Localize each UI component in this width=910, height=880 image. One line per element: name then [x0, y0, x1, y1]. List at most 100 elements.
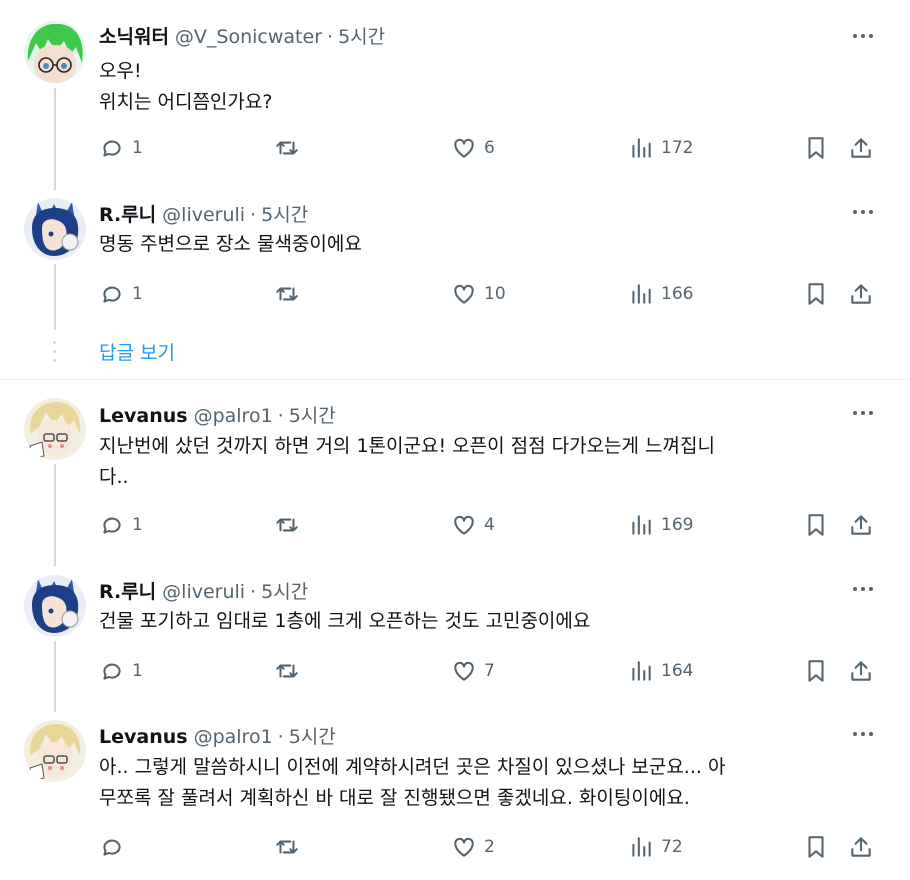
tweet[interactable]: Levanus @palro1 · 5시간 아.. 그렇게 말씀하시니 이전에 … [0, 712, 910, 880]
bookmark-button[interactable] [803, 657, 829, 685]
views-button[interactable]: 164 [628, 657, 693, 685]
share-button[interactable] [848, 511, 874, 539]
avatar[interactable] [24, 398, 86, 460]
heart-icon [454, 138, 474, 158]
reply-count: 1 [132, 284, 143, 304]
user-handle[interactable]: @liveruli [162, 581, 245, 603]
more-icon[interactable] [850, 202, 876, 222]
like-button[interactable]: 10 [451, 280, 506, 308]
display-name[interactable]: Levanus [99, 726, 188, 748]
display-name[interactable]: R.루니 [99, 200, 156, 227]
share-icon [851, 284, 871, 304]
user-handle[interactable]: @palro1 [194, 405, 273, 427]
tweet-header: 소닉워터 @V_Sonicwater · 5시간 [99, 22, 385, 49]
tweet-actions: 1 4 169 [99, 511, 879, 539]
like-count: 7 [484, 661, 495, 681]
thread-line [54, 88, 56, 190]
display-name[interactable]: 소닉워터 [99, 22, 169, 49]
tweet[interactable]: 소닉워터 @V_Sonicwater · 5시간 오우! 위치는 어디쯤인가요?… [0, 0, 910, 190]
avatar[interactable] [24, 575, 86, 637]
more-icon[interactable] [850, 403, 876, 423]
views-count: 72 [661, 837, 683, 857]
retweet-button[interactable] [274, 280, 307, 308]
views-button[interactable]: 166 [628, 280, 693, 308]
like-button[interactable]: 7 [451, 657, 495, 685]
display-name[interactable]: R.루니 [99, 577, 156, 604]
tweet-actions: 1 10 166 [99, 280, 879, 308]
retweet-button[interactable] [274, 511, 307, 539]
avatar[interactable] [24, 720, 86, 782]
thread-line [54, 264, 56, 330]
retweet-button[interactable] [274, 833, 307, 861]
tweet-header: R.루니 @liveruli · 5시간 [99, 577, 308, 604]
display-name[interactable]: Levanus [99, 405, 188, 427]
bookmark-icon [808, 137, 824, 159]
retweet-icon [276, 141, 298, 155]
heart-icon [454, 284, 474, 304]
tweet-header: Levanus @palro1 · 5시간 [99, 401, 336, 428]
views-count: 169 [661, 515, 694, 535]
reply-button[interactable]: 1 [99, 134, 143, 162]
retweet-button[interactable] [274, 134, 307, 162]
share-icon [851, 661, 871, 681]
like-button[interactable]: 2 [451, 833, 495, 861]
separator-dot: · [327, 26, 334, 48]
tweet-text: 아.. 그렇게 말씀하시니 이전에 계약하시려던 곳은 차질이 있으셨나 보군요… [99, 756, 726, 809]
views-icon [632, 284, 651, 304]
separator-dot: · [277, 726, 284, 748]
share-button[interactable] [848, 657, 874, 685]
tweet[interactable]: R.루니 @liveruli · 5시간 명동 주변으로 장소 물색중이에요 1… [0, 190, 910, 330]
views-count: 166 [661, 284, 694, 304]
timestamp[interactable]: 5시간 [261, 200, 308, 227]
reply-button[interactable]: 1 [99, 657, 143, 685]
like-button[interactable]: 4 [451, 511, 495, 539]
like-button[interactable]: 6 [451, 134, 495, 162]
views-count: 172 [661, 138, 694, 158]
bookmark-button[interactable] [803, 280, 829, 308]
retweet-icon [276, 287, 298, 301]
views-button[interactable]: 72 [628, 833, 683, 861]
reply-icon [103, 839, 121, 856]
tweet[interactable]: Levanus @palro1 · 5시간 지난번에 샀던 것까지 하면 거의 … [0, 380, 910, 566]
timestamp[interactable]: 5시간 [261, 577, 308, 604]
timestamp[interactable]: 5시간 [338, 22, 385, 49]
share-button[interactable] [848, 134, 874, 162]
share-button[interactable] [848, 280, 874, 308]
reply-count: 1 [132, 515, 143, 535]
thread-continuation-dots [53, 341, 57, 368]
views-count: 164 [661, 661, 694, 681]
avatar[interactable] [24, 21, 86, 83]
share-button[interactable] [848, 833, 874, 861]
more-icon[interactable] [850, 579, 876, 599]
avatar[interactable] [24, 198, 86, 260]
tweet[interactable]: R.루니 @liveruli · 5시간 건물 포기하고 임대로 1층에 크게 … [0, 566, 910, 712]
reply-count: 1 [132, 138, 143, 158]
tweet-header: Levanus @palro1 · 5시간 [99, 722, 336, 749]
user-handle[interactable]: @liveruli [162, 204, 245, 226]
heart-icon [454, 515, 474, 535]
reply-count: 1 [132, 661, 143, 681]
more-icon[interactable] [850, 724, 876, 744]
user-handle[interactable]: @V_Sonicwater [175, 26, 322, 48]
reply-button[interactable] [99, 833, 132, 861]
reply-button[interactable]: 1 [99, 280, 143, 308]
bookmark-button[interactable] [803, 833, 829, 861]
like-count: 10 [484, 284, 506, 304]
separator-dot: · [250, 581, 257, 603]
bookmark-button[interactable] [803, 511, 829, 539]
retweet-icon [276, 518, 298, 532]
timestamp[interactable]: 5시간 [289, 401, 336, 428]
views-button[interactable]: 169 [628, 511, 693, 539]
tweet-text: 오우! 위치는 어디쯤인가요? [99, 60, 273, 113]
retweet-button[interactable] [274, 657, 307, 685]
views-button[interactable]: 172 [628, 134, 693, 162]
user-handle[interactable]: @palro1 [194, 726, 273, 748]
more-icon[interactable] [850, 26, 876, 46]
timestamp[interactable]: 5시간 [289, 722, 336, 749]
bookmark-icon [808, 660, 824, 682]
tweet-text: 지난번에 샀던 것까지 하면 거의 1톤이군요! 오픈이 점점 다가오는게 느껴… [99, 435, 715, 488]
heart-icon [454, 837, 474, 857]
bookmark-button[interactable] [803, 134, 829, 162]
reply-button[interactable]: 1 [99, 511, 143, 539]
show-replies-link[interactable]: 답글 보기 [99, 338, 175, 365]
